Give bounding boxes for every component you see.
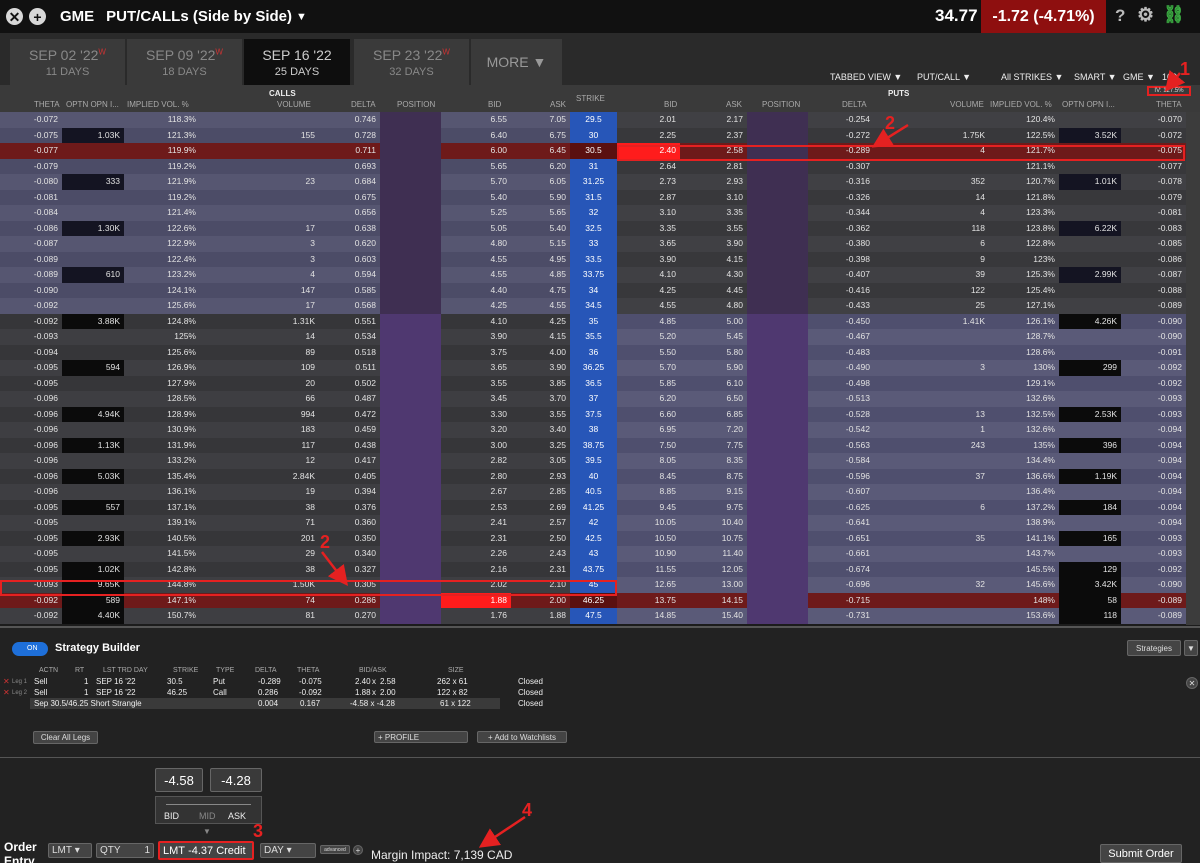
annotation-arrows xyxy=(321,70,1186,848)
option-chain-window: ✕ + GME PUT/CALLs (Side by Side) ▼ 34.77… xyxy=(0,0,1200,863)
arrow-1 xyxy=(1164,70,1186,92)
arrow-2-puts xyxy=(871,123,909,148)
arrow-2-calls xyxy=(321,551,349,586)
arrow-4 xyxy=(478,815,526,848)
